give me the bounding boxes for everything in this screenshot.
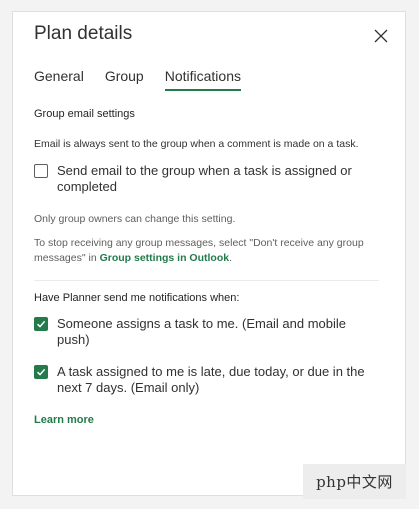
close-button[interactable] [374, 29, 388, 43]
tab-bar: General Group Notifications [34, 68, 242, 91]
learn-more-link[interactable]: Learn more [34, 414, 94, 426]
notifications-panel: Group email settings Email is always sen… [34, 108, 379, 426]
checkmark-icon [36, 320, 46, 328]
owners-note: Only group owners can change this settin… [34, 213, 236, 225]
watermark: php中文网 [303, 464, 406, 499]
tab-group[interactable]: Group [105, 68, 144, 90]
group-email-note: Email is always sent to the group when a… [34, 138, 359, 150]
due-notification-label: A task assigned to me is late, due today… [57, 364, 365, 395]
dialog-title: Plan details [34, 23, 133, 44]
stop-messages-note: To stop receiving any group messages, se… [34, 236, 379, 266]
group-email-checkbox[interactable] [34, 164, 48, 178]
due-notification-row[interactable]: A task assigned to me is late, due today… [34, 364, 379, 396]
group-settings-outlook-link[interactable]: Group settings in Outlook [100, 252, 230, 264]
plan-details-dialog: Plan details General Group Notifications… [12, 11, 406, 496]
group-email-heading: Group email settings [34, 108, 135, 120]
assign-notification-checkbox[interactable] [34, 317, 48, 331]
learn-more-container: Learn more [34, 414, 379, 426]
tab-notifications[interactable]: Notifications [164, 68, 242, 91]
planner-notifications-heading: Have Planner send me notifications when: [34, 292, 240, 304]
close-icon [374, 29, 388, 43]
assign-notification-row[interactable]: Someone assigns a task to me. (Email and… [34, 316, 379, 348]
stop-messages-suffix: . [229, 252, 233, 264]
group-email-checkbox-label: Send email to the group when a task is a… [57, 163, 352, 194]
tab-general[interactable]: General [34, 68, 84, 90]
group-email-checkbox-row[interactable]: Send email to the group when a task is a… [34, 163, 379, 195]
checkmark-icon [36, 368, 46, 376]
section-divider [34, 280, 379, 281]
due-notification-checkbox[interactable] [34, 365, 48, 379]
assign-notification-label: Someone assigns a task to me. (Email and… [57, 316, 347, 347]
